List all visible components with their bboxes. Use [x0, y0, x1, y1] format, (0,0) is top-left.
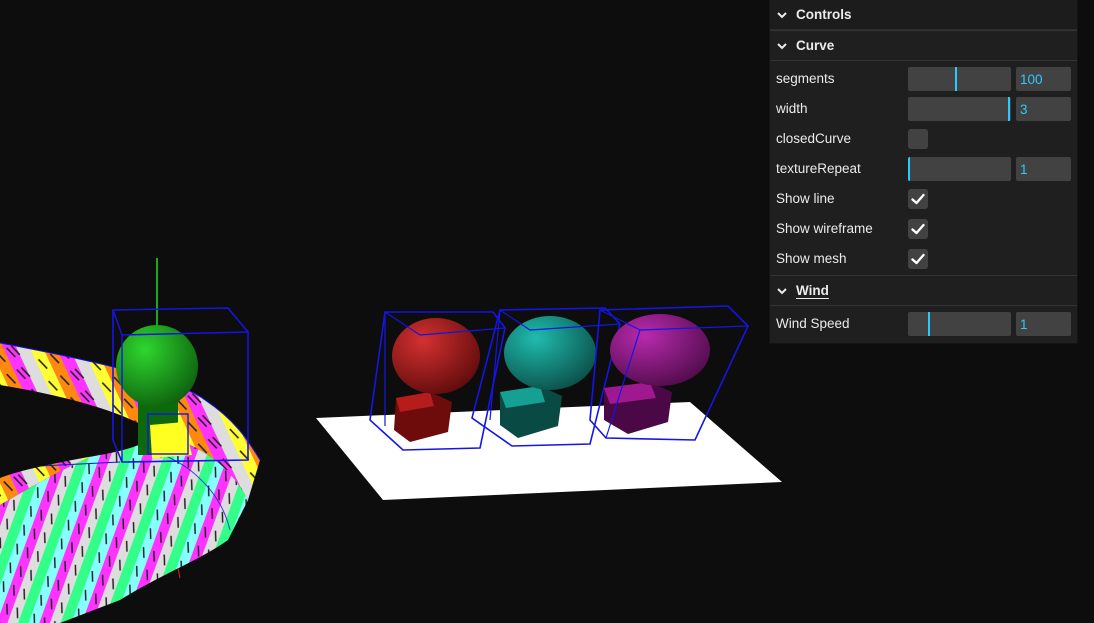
- show-line-label: Show line: [776, 190, 835, 206]
- texture-repeat-input[interactable]: [1016, 157, 1071, 181]
- texture-repeat-label: textureRepeat: [776, 160, 861, 176]
- show-wireframe-row: Show wireframe: [770, 213, 1077, 243]
- segments-input[interactable]: [1016, 67, 1071, 91]
- show-mesh-row: Show mesh: [770, 243, 1077, 273]
- width-label: width: [776, 100, 808, 116]
- texture-repeat-row: textureRepeat: [770, 153, 1077, 183]
- wind-speed-label: Wind Speed: [776, 315, 850, 331]
- width-slider-handle[interactable]: [1008, 97, 1010, 121]
- wind-folder-title: Wind: [796, 283, 829, 298]
- texture-repeat-slider-handle[interactable]: [908, 157, 910, 181]
- chevron-down-icon: [776, 40, 788, 52]
- width-slider[interactable]: [908, 97, 1011, 121]
- chevron-down-icon: [776, 9, 788, 21]
- show-wireframe-label: Show wireframe: [776, 220, 873, 236]
- wind-folder-toggle[interactable]: Wind: [770, 275, 1077, 306]
- closed-curve-row: closedCurve: [770, 123, 1077, 153]
- checkmark-icon: [911, 223, 925, 235]
- checkmark-icon: [911, 253, 925, 265]
- checkmark-icon: [911, 193, 925, 205]
- texture-repeat-slider[interactable]: [908, 157, 1011, 181]
- closed-curve-checkbox[interactable]: [908, 129, 928, 149]
- show-wireframe-checkbox[interactable]: [908, 219, 928, 239]
- show-mesh-label: Show mesh: [776, 250, 847, 266]
- wind-speed-input[interactable]: [1016, 312, 1071, 336]
- controls-title: Controls: [796, 7, 852, 22]
- show-line-row: Show line: [770, 183, 1077, 213]
- wind-speed-row: Wind Speed: [770, 308, 1077, 338]
- controls-panel: Controls Curve segments width closedCurv…: [770, 0, 1077, 343]
- width-input[interactable]: [1016, 97, 1071, 121]
- closed-curve-label: closedCurve: [776, 130, 852, 146]
- segments-slider[interactable]: [908, 67, 1011, 91]
- show-line-checkbox[interactable]: [908, 189, 928, 209]
- show-mesh-checkbox[interactable]: [908, 249, 928, 269]
- panel-bottom-padding: [770, 338, 1077, 343]
- controls-title-toggle[interactable]: Controls: [770, 0, 1077, 30]
- curve-folder-title: Curve: [796, 38, 835, 53]
- segments-row: segments: [770, 63, 1077, 93]
- width-row: width: [770, 93, 1077, 123]
- chevron-down-icon: [776, 285, 788, 297]
- segments-label: segments: [776, 70, 835, 86]
- wind-speed-slider-handle[interactable]: [928, 312, 930, 336]
- wind-speed-slider[interactable]: [908, 312, 1011, 336]
- curve-folder-toggle[interactable]: Curve: [770, 30, 1077, 61]
- segments-slider-handle[interactable]: [955, 67, 957, 91]
- axis-hint: [177, 567, 181, 579]
